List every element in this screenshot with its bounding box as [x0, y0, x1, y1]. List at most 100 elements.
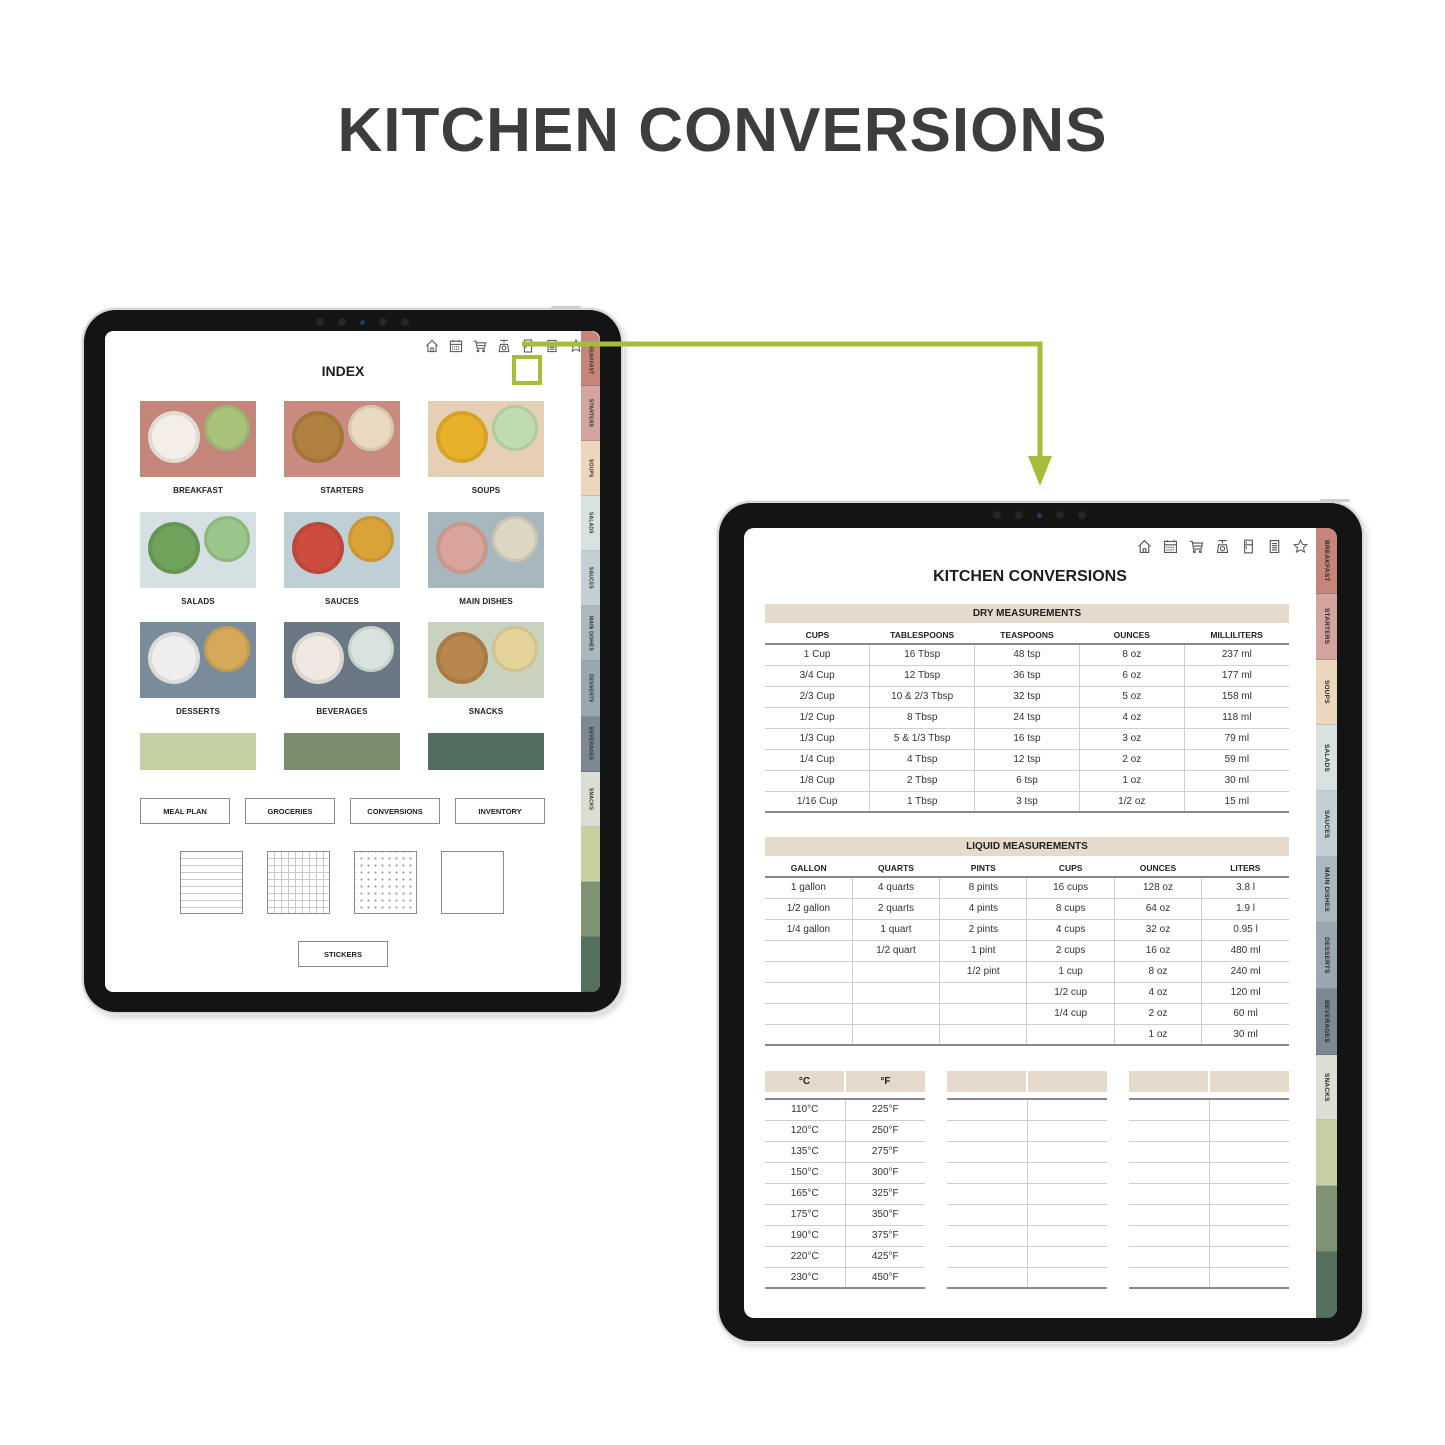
blank-cell[interactable]	[1208, 1162, 1289, 1184]
side-tab-breakfast[interactable]: BREAKFAST	[1316, 528, 1337, 594]
grid-paper-template[interactable]	[267, 851, 330, 914]
blank-cell[interactable]	[947, 1098, 1027, 1121]
blank-cell[interactable]	[1026, 1204, 1107, 1226]
category-soups[interactable]: SOUPS	[428, 401, 544, 512]
category-desserts[interactable]: DESSERTS	[140, 622, 256, 733]
blank-cell[interactable]	[1026, 1246, 1107, 1268]
side-tab-blank-10[interactable]	[1316, 1186, 1337, 1253]
blank-cell[interactable]	[1208, 1267, 1289, 1289]
color-swatch-1[interactable]	[140, 733, 256, 770]
category-image[interactable]	[428, 511, 544, 588]
blank-cell[interactable]	[1208, 1120, 1289, 1142]
blank-cell[interactable]	[1026, 1183, 1107, 1205]
inventory-button[interactable]: INVENTORY	[455, 798, 545, 824]
category-image[interactable]	[428, 401, 544, 477]
category-image[interactable]	[284, 401, 400, 477]
side-tab-soups[interactable]: SOUPS	[1316, 659, 1337, 726]
side-tab-blank-9[interactable]	[1316, 1120, 1337, 1187]
stickers-button[interactable]: STICKERS	[298, 941, 388, 967]
category-image[interactable]	[140, 622, 256, 698]
category-breakfast[interactable]: BREAKFAST	[140, 401, 256, 512]
blank-cell[interactable]	[1129, 1204, 1209, 1226]
category-starters[interactable]: STARTERS	[284, 401, 400, 512]
color-swatch-2[interactable]	[284, 733, 400, 770]
meal-plan-button[interactable]: MEAL PLAN	[140, 798, 230, 824]
blank-cell[interactable]	[1129, 1120, 1209, 1142]
calendar-icon[interactable]	[448, 338, 464, 354]
cart-icon[interactable]	[472, 338, 488, 354]
blank-cell[interactable]	[947, 1162, 1027, 1184]
side-tab-main-dishes[interactable]: MAIN DISHES	[1316, 857, 1337, 923]
blank-cell[interactable]	[947, 1267, 1027, 1289]
category-snacks[interactable]: SNACKS	[428, 622, 544, 733]
dotted-paper-template[interactable]	[354, 851, 417, 914]
side-tab-beverages[interactable]: BEVERAGES	[1316, 988, 1337, 1055]
blank-cell[interactable]	[1129, 1183, 1209, 1205]
blank-cell[interactable]	[1026, 1098, 1107, 1121]
blank-paper-template[interactable]	[441, 851, 504, 914]
blank-cell[interactable]	[947, 1204, 1027, 1226]
side-tab-blank-11[interactable]	[581, 936, 600, 992]
category-image[interactable]	[284, 511, 400, 588]
category-main-dishes[interactable]: MAIN DISHES	[428, 511, 544, 623]
groceries-button[interactable]: GROCERIES	[245, 798, 335, 824]
blank-cell[interactable]	[947, 1141, 1027, 1163]
side-tab-snacks[interactable]: SNACKS	[1316, 1054, 1337, 1121]
fridge-icon[interactable]	[520, 338, 536, 354]
cart-icon[interactable]	[1188, 538, 1205, 555]
blank-cell[interactable]	[1129, 1267, 1209, 1289]
blank-cell[interactable]	[947, 1120, 1027, 1142]
blank-cell[interactable]	[1026, 1120, 1107, 1142]
blank-cell[interactable]	[1026, 1267, 1107, 1289]
color-swatch-3[interactable]	[428, 733, 544, 770]
home-icon[interactable]	[1136, 538, 1153, 555]
side-tab-salads[interactable]: SALADS	[581, 496, 600, 552]
side-tab-sauces[interactable]: SAUCES	[581, 551, 600, 607]
blank-cell[interactable]	[947, 1183, 1027, 1205]
blank-cell[interactable]	[1026, 1141, 1107, 1163]
category-image[interactable]	[140, 401, 256, 477]
category-image[interactable]	[428, 622, 544, 698]
side-tab-starters[interactable]: STARTERS	[1316, 593, 1337, 660]
star-icon[interactable]	[1292, 538, 1309, 555]
blank-cell[interactable]	[1129, 1141, 1209, 1163]
blank-cell[interactable]	[1129, 1225, 1209, 1247]
category-image[interactable]	[140, 511, 256, 588]
calendar-icon[interactable]	[1162, 538, 1179, 555]
side-tab-beverages[interactable]: BEVERAGES	[581, 716, 600, 772]
blank-cell[interactable]	[1129, 1246, 1209, 1268]
blank-cell[interactable]	[1026, 1162, 1107, 1184]
blank-cell[interactable]	[1208, 1204, 1289, 1226]
side-tab-desserts[interactable]: DESSERTS	[1316, 922, 1337, 989]
blank-cell[interactable]	[1129, 1162, 1209, 1184]
side-tab-blank-9[interactable]	[581, 826, 600, 882]
side-tab-snacks[interactable]: SNACKS	[581, 771, 600, 827]
notepad-icon[interactable]	[1266, 538, 1283, 555]
fridge-icon[interactable]	[1240, 538, 1257, 555]
blank-cell[interactable]	[947, 1246, 1027, 1268]
blank-cell[interactable]	[1208, 1225, 1289, 1247]
side-tab-blank-11[interactable]	[1316, 1252, 1337, 1318]
blank-cell[interactable]	[1208, 1098, 1289, 1121]
notepad-icon[interactable]	[544, 338, 560, 354]
category-sauces[interactable]: SAUCES	[284, 511, 400, 623]
home-icon[interactable]	[424, 338, 440, 354]
side-tab-breakfast[interactable]: BREAKFAST	[581, 331, 600, 387]
scale-icon[interactable]	[496, 338, 512, 354]
category-image[interactable]	[284, 622, 400, 698]
blank-cell[interactable]	[1026, 1225, 1107, 1247]
blank-cell[interactable]	[1129, 1098, 1209, 1121]
blank-cell[interactable]	[1208, 1246, 1289, 1268]
blank-cell[interactable]	[1208, 1183, 1289, 1205]
side-tab-blank-10[interactable]	[581, 881, 600, 937]
scale-icon[interactable]	[1214, 538, 1231, 555]
blank-cell[interactable]	[1208, 1141, 1289, 1163]
side-tab-soups[interactable]: SOUPS	[581, 441, 600, 497]
category-beverages[interactable]: BEVERAGES	[284, 622, 400, 733]
side-tab-salads[interactable]: SALADS	[1316, 725, 1337, 792]
conversions-button[interactable]: CONVERSIONS	[350, 798, 440, 824]
blank-cell[interactable]	[947, 1225, 1027, 1247]
side-tab-desserts[interactable]: DESSERTS	[581, 661, 600, 717]
side-tab-sauces[interactable]: SAUCES	[1316, 791, 1337, 858]
side-tab-main-dishes[interactable]: MAIN DISHES	[581, 606, 600, 662]
